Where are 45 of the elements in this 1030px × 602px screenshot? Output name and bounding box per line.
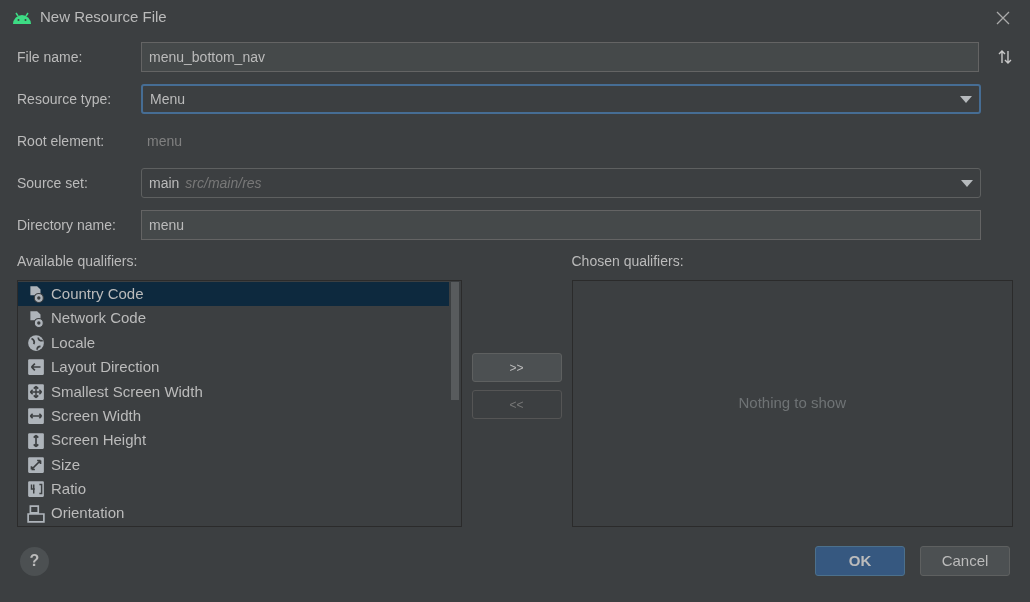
qualifier-item[interactable]: Layout Direction bbox=[18, 355, 449, 380]
orientation-icon bbox=[27, 504, 45, 523]
ratio-icon bbox=[27, 480, 45, 499]
qualifier-item[interactable]: Screen Width bbox=[18, 403, 449, 429]
vertical-arrows-icon bbox=[27, 431, 45, 450]
field-label: Source set: bbox=[17, 173, 89, 193]
field-label: Resource type: bbox=[17, 89, 113, 109]
sim-card-icon bbox=[27, 285, 45, 304]
help-button[interactable]: ? bbox=[20, 546, 49, 576]
field-label: File name: bbox=[17, 47, 84, 67]
arrow-left-icon bbox=[27, 358, 45, 377]
scrollbar-thumb[interactable] bbox=[450, 282, 459, 400]
qualifier-item[interactable]: Ratio bbox=[18, 477, 449, 502]
sort-arrows-icon[interactable] bbox=[997, 49, 1013, 65]
window-title: New Resource File bbox=[40, 7, 167, 28]
dropdown-value: main bbox=[149, 173, 180, 193]
field-label: Directory name: bbox=[17, 215, 117, 235]
qualifier-item[interactable]: Country Code bbox=[18, 282, 449, 307]
qualifier-item[interactable]: Network Code bbox=[18, 306, 449, 331]
globe-icon bbox=[27, 333, 45, 352]
cancel-button[interactable]: Cancel bbox=[920, 546, 1010, 576]
input-field[interactable]: menu_bottom_nav bbox=[141, 42, 980, 72]
horizontal-arrows-icon bbox=[27, 407, 45, 426]
section-label: Available qualifiers: bbox=[17, 252, 139, 271]
caret-icon bbox=[960, 95, 972, 103]
qualifier-item[interactable]: Orientation bbox=[18, 501, 449, 526]
qualifier-item[interactable]: Size bbox=[18, 452, 449, 478]
dropdown-value: Menu bbox=[150, 89, 186, 109]
caret-icon bbox=[961, 179, 973, 187]
dropdown[interactable]: Menu bbox=[141, 84, 981, 114]
input-field[interactable]: menu bbox=[141, 210, 981, 240]
field-label: Root element: bbox=[17, 131, 106, 151]
android-logo-icon bbox=[12, 10, 32, 25]
close-icon[interactable] bbox=[996, 10, 1010, 25]
qualifier-item[interactable]: Smallest Screen Width bbox=[18, 379, 449, 404]
field-value: menu bbox=[146, 131, 183, 151]
transfer-button[interactable]: >> bbox=[471, 353, 562, 382]
sim-card-icon bbox=[27, 309, 45, 328]
ok-button[interactable]: OK bbox=[815, 546, 905, 576]
move-arrows-icon bbox=[27, 382, 45, 401]
qualifier-item[interactable]: Screen Height bbox=[18, 428, 449, 453]
dropdown[interactable]: main src/main/res bbox=[141, 168, 981, 198]
qualifier-item[interactable]: Locale bbox=[18, 330, 449, 356]
path-hint: src/main/res bbox=[185, 173, 262, 193]
section-label: Chosen qualifiers: bbox=[571, 252, 685, 271]
